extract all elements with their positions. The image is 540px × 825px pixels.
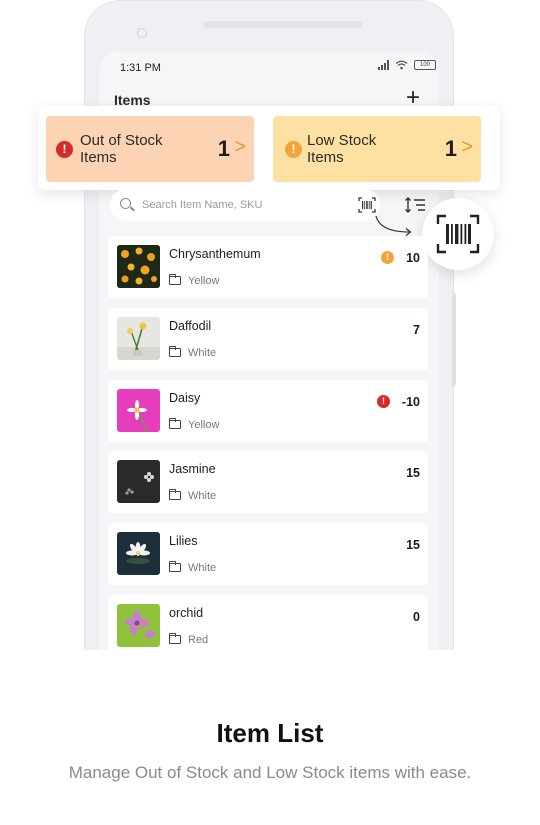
search-icon	[120, 198, 131, 209]
status-bar: 1:31 PM 100	[120, 60, 436, 76]
list-item[interactable]: Chrysanthemum Yellow ! 10	[108, 236, 428, 298]
search-bar	[110, 189, 380, 221]
item-quantity: 15	[406, 466, 420, 480]
item-category: Red	[188, 634, 209, 646]
out-of-stock-badge-icon: !	[377, 395, 390, 408]
barcode-scan-icon	[436, 214, 480, 254]
item-name: orchid	[169, 606, 204, 620]
item-name: Daisy	[169, 391, 201, 405]
folder-icon	[168, 633, 181, 644]
low-stock-count: 1	[444, 136, 457, 161]
item-thumbnail	[117, 389, 160, 432]
pointer-arrow-icon	[375, 215, 412, 236]
sort-icon[interactable]	[404, 196, 426, 214]
item-thumbnail	[117, 245, 160, 288]
low-stock-card[interactable]: ! Low Stock Items 1 >	[273, 116, 481, 182]
alert-icon: !	[56, 141, 73, 158]
item-category: White	[188, 562, 217, 574]
item-quantity: -10	[401, 395, 420, 409]
item-name: Chrysanthemum	[169, 247, 261, 261]
folder-icon	[168, 418, 181, 429]
barcode-scanner-button[interactable]	[422, 198, 494, 270]
folder-icon	[168, 561, 181, 572]
list-item[interactable]: Daisy Yellow ! -10	[108, 380, 428, 442]
folder-icon	[168, 489, 181, 500]
item-category: Yellow	[188, 419, 220, 431]
phone-speaker	[203, 21, 363, 28]
signal-icon	[378, 60, 389, 70]
list-item[interactable]: orchid Red 0	[108, 595, 428, 650]
barcode-scan-icon[interactable]	[358, 197, 376, 213]
item-quantity: 15	[406, 538, 420, 552]
item-thumbnail	[117, 604, 160, 647]
folder-icon	[168, 274, 181, 285]
wifi-icon	[395, 60, 408, 70]
item-thumbnail	[117, 460, 160, 503]
folder-icon	[168, 346, 181, 357]
search-input[interactable]	[142, 195, 342, 215]
warning-icon: !	[285, 141, 302, 158]
low-stock-badge-icon: !	[381, 251, 394, 264]
item-name: Daffodil	[169, 319, 212, 333]
caption-title: Item List	[216, 718, 324, 748]
item-quantity: 10	[406, 251, 420, 265]
item-quantity: 7	[413, 323, 420, 337]
low-stock-label: Low Stock Items	[307, 132, 377, 166]
list-item[interactable]: Lilies White 15	[108, 523, 428, 585]
item-name: Jasmine	[169, 462, 216, 476]
battery-icon: 100	[414, 60, 436, 70]
status-time: 1:31 PM	[120, 62, 161, 74]
chevron-right-icon: >	[234, 136, 246, 158]
item-thumbnail	[117, 317, 160, 360]
item-category: White	[188, 347, 217, 359]
chevron-right-icon: >	[461, 136, 473, 158]
item-thumbnail	[117, 532, 160, 575]
item-name: Lilies	[169, 534, 198, 548]
list-item[interactable]: Jasmine White 15	[108, 451, 428, 513]
caption-subtitle: Manage Out of Stock and Low Stock items …	[68, 763, 472, 782]
item-quantity: 0	[413, 610, 420, 624]
phone-side-button	[452, 292, 456, 387]
phone-camera	[137, 28, 147, 38]
item-category: White	[188, 490, 217, 502]
out-of-stock-label: Out of Stock Items	[80, 132, 163, 166]
list-item[interactable]: Daffodil White 7	[108, 308, 428, 370]
item-category: Yellow	[188, 275, 220, 287]
out-of-stock-count: 1	[217, 136, 230, 161]
out-of-stock-card[interactable]: ! Out of Stock Items 1 >	[46, 116, 254, 182]
